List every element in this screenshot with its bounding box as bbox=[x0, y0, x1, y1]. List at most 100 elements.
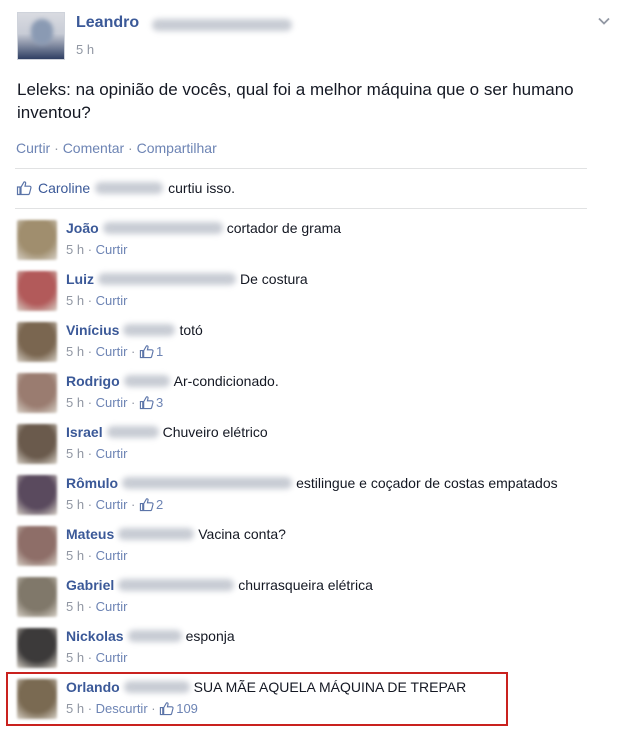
comment-like-link[interactable]: Curtir bbox=[96, 650, 128, 665]
comment-like-count[interactable]: 3 bbox=[139, 395, 163, 410]
liker-name[interactable]: Caroline bbox=[38, 180, 90, 196]
comment-text: De costura bbox=[240, 271, 308, 287]
comment-body: Vinícius totó bbox=[66, 322, 203, 338]
comment-timestamp[interactable]: 5 h bbox=[66, 497, 84, 512]
comment-text: estilingue e coçador de costas empatados bbox=[296, 475, 558, 491]
commenter-name[interactable]: Gabriel bbox=[66, 577, 114, 593]
comment-meta: 5 h · Curtir bbox=[66, 242, 128, 257]
comment-item: Vinícius totó 5 h · Curtir · 1 bbox=[17, 320, 607, 370]
share-link[interactable]: Compartilhar bbox=[137, 140, 217, 156]
redacted-surname bbox=[95, 182, 164, 194]
comment-item: Rodrigo Ar-condicionado. 5 h · Curtir · 3 bbox=[17, 371, 607, 421]
comment-meta: 5 h · Curtir · 2 bbox=[66, 497, 164, 512]
comment-like-link[interactable]: Curtir bbox=[96, 446, 128, 461]
commenter-avatar[interactable] bbox=[17, 424, 57, 464]
comment-item: Gabriel churrasqueira elétrica 5 h · Curti… bbox=[17, 575, 607, 625]
comment-body: Gabriel churrasqueira elétrica bbox=[66, 577, 373, 593]
author-name[interactable]: Leandro bbox=[76, 14, 139, 32]
comment-timestamp[interactable]: 5 h bbox=[66, 242, 84, 257]
comment-body: Rômulo estilingue e coçador de costas emp… bbox=[66, 475, 558, 491]
comment-like-link[interactable]: Curtir bbox=[96, 599, 128, 614]
redacted-surname bbox=[123, 324, 176, 336]
comment-meta: 5 h · Curtir bbox=[66, 650, 128, 665]
comment-timestamp[interactable]: 5 h bbox=[66, 650, 84, 665]
comment-timestamp[interactable]: 5 h bbox=[66, 599, 84, 614]
highlight-box bbox=[6, 672, 508, 726]
comment-text: Chuveiro elétrico bbox=[162, 424, 268, 440]
commenter-name[interactable]: Vinícius bbox=[66, 322, 119, 338]
redacted-surname bbox=[98, 273, 236, 285]
commenter-name[interactable]: Rodrigo bbox=[66, 373, 120, 389]
comment-text: Ar-condicionado. bbox=[173, 373, 279, 389]
author-avatar[interactable] bbox=[17, 12, 65, 60]
thumbs-up-icon bbox=[139, 498, 154, 512]
comment-link[interactable]: Comentar bbox=[63, 140, 124, 156]
comment-meta: 5 h · Curtir bbox=[66, 293, 128, 308]
redacted-surname bbox=[118, 528, 195, 540]
comment-timestamp[interactable]: 5 h bbox=[66, 293, 84, 308]
redacted-surname bbox=[152, 19, 292, 31]
comment-meta: 5 h · Curtir bbox=[66, 548, 128, 563]
comment-body: Nickolas esponja bbox=[66, 628, 235, 644]
comment-timestamp[interactable]: 5 h bbox=[66, 395, 84, 410]
like-count-value: 3 bbox=[155, 395, 164, 410]
commenter-name[interactable]: Luiz bbox=[66, 271, 94, 287]
comment-item: Mateus Vacina conta? 5 h · Curtir bbox=[17, 524, 607, 574]
commenter-avatar[interactable] bbox=[17, 373, 57, 413]
comment-body: João cortador de grama bbox=[66, 220, 341, 236]
comment-like-link[interactable]: Curtir bbox=[96, 497, 128, 512]
likes-suffix: curtiu isso. bbox=[168, 180, 236, 196]
comment-text: esponja bbox=[185, 628, 235, 644]
comment-text: churrasqueira elétrica bbox=[238, 577, 373, 593]
comment-body: Israel Chuveiro elétrico bbox=[66, 424, 268, 440]
comment-like-link[interactable]: Curtir bbox=[96, 395, 128, 410]
comment-meta: 5 h · Curtir · 3 bbox=[66, 395, 164, 410]
commenter-avatar[interactable] bbox=[17, 322, 57, 362]
commenter-avatar[interactable] bbox=[17, 475, 57, 515]
thumbs-up-icon bbox=[16, 181, 32, 196]
commenter-avatar[interactable] bbox=[17, 271, 57, 311]
comment-meta: 5 h · Curtir · 1 bbox=[66, 344, 164, 359]
commenter-avatar[interactable] bbox=[17, 628, 57, 668]
comment-timestamp[interactable]: 5 h bbox=[66, 548, 84, 563]
redacted-surname bbox=[118, 579, 235, 591]
comment-like-link[interactable]: Curtir bbox=[96, 293, 128, 308]
thumbs-up-icon bbox=[139, 345, 154, 359]
comment-like-count[interactable]: 1 bbox=[139, 344, 163, 359]
commenter-name[interactable]: João bbox=[66, 220, 99, 236]
commenter-name[interactable]: Mateus bbox=[66, 526, 114, 542]
chevron-down-icon[interactable] bbox=[597, 14, 611, 28]
like-count-value: 2 bbox=[155, 497, 164, 512]
comment-like-link[interactable]: Curtir bbox=[96, 548, 128, 563]
redacted-surname bbox=[106, 426, 159, 438]
redacted-surname bbox=[102, 222, 223, 234]
comment-item: Luiz De costura 5 h · Curtir bbox=[17, 269, 607, 319]
redacted-surname bbox=[122, 477, 293, 489]
comment-timestamp[interactable]: 5 h bbox=[66, 344, 84, 359]
comment-like-link[interactable]: Curtir bbox=[96, 344, 128, 359]
commenter-avatar[interactable] bbox=[17, 526, 57, 566]
divider bbox=[15, 208, 587, 209]
commenter-avatar[interactable] bbox=[17, 577, 57, 617]
like-link[interactable]: Curtir bbox=[16, 140, 50, 156]
thumbs-up-icon bbox=[139, 396, 154, 410]
comment-item: Nickolas esponja 5 h · Curtir bbox=[17, 626, 607, 676]
commenter-name[interactable]: Nickolas bbox=[66, 628, 124, 644]
comment-text: cortador de grama bbox=[226, 220, 342, 236]
comment-item: Rômulo estilingue e coçador de costas emp… bbox=[17, 473, 607, 523]
post-timestamp[interactable]: 5 h bbox=[76, 42, 94, 57]
comment-timestamp[interactable]: 5 h bbox=[66, 446, 84, 461]
comment-like-count[interactable]: 2 bbox=[139, 497, 163, 512]
comment-text: Vacina conta? bbox=[198, 526, 286, 542]
commenter-name[interactable]: Rômulo bbox=[66, 475, 118, 491]
comment-body: Luiz De costura bbox=[66, 271, 308, 287]
comment-like-link[interactable]: Curtir bbox=[96, 242, 128, 257]
commenter-name[interactable]: Israel bbox=[66, 424, 103, 440]
post-text: Leleks: na opinião de vocês, qual foi a … bbox=[17, 80, 574, 122]
comment-meta: 5 h · Curtir bbox=[66, 446, 128, 461]
commenter-avatar[interactable] bbox=[17, 220, 57, 260]
comment-body: Mateus Vacina conta? bbox=[66, 526, 286, 542]
comment-body: Rodrigo Ar-condicionado. bbox=[66, 373, 279, 389]
redacted-surname bbox=[127, 630, 182, 642]
divider bbox=[15, 168, 587, 169]
